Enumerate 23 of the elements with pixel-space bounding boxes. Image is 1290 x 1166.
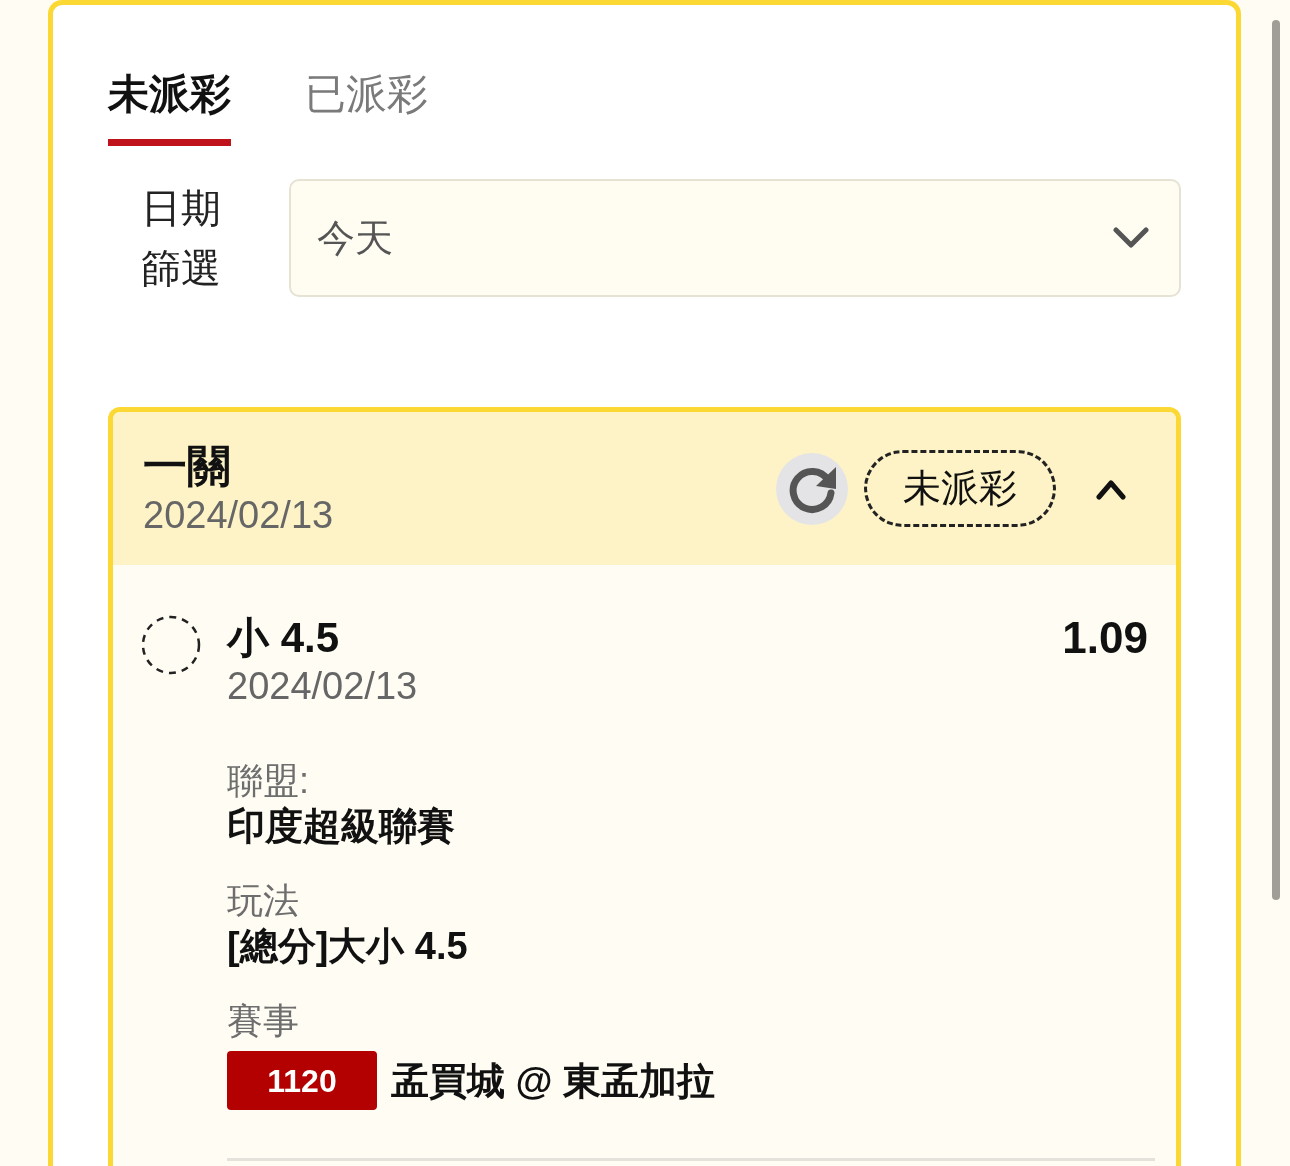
chevron-down-icon [1113,227,1149,249]
detail-label: 玩法 [227,879,300,923]
date-select[interactable]: 今天 [289,179,1181,297]
match-teams: 孟買城 @ 東孟加拉 [391,1058,716,1104]
selection-pick: 小 4.5 [227,613,340,663]
bet-header[interactable]: 一關 2024/02/13 未派彩 [113,412,1176,565]
dashed-circle-icon [141,615,201,675]
scrollbar[interactable] [1272,20,1280,900]
bet-date: 2024/02/13 [143,492,334,538]
selection-date: 2024/02/13 [227,664,419,709]
tab[interactable]: 已派彩 [305,69,428,146]
caret-up-icon[interactable] [1096,477,1126,500]
status-badge: 未派彩 [864,450,1056,527]
tab[interactable]: 未派彩 [108,69,231,146]
detail-label: 聯盟: [227,759,310,803]
detail-value: 印度超級聯賽 [227,804,456,849]
date-filter-label: 日期篩選 [140,185,222,292]
detail-value: [總分]大小 4.5 [227,924,469,969]
odds-value: 1.09 [1062,613,1148,663]
match-number-badge: 1120 [227,1051,377,1110]
detail-label: 賽事 [227,999,300,1043]
refresh-icon[interactable] [776,452,848,525]
bet-type: 一關 [143,439,232,492]
